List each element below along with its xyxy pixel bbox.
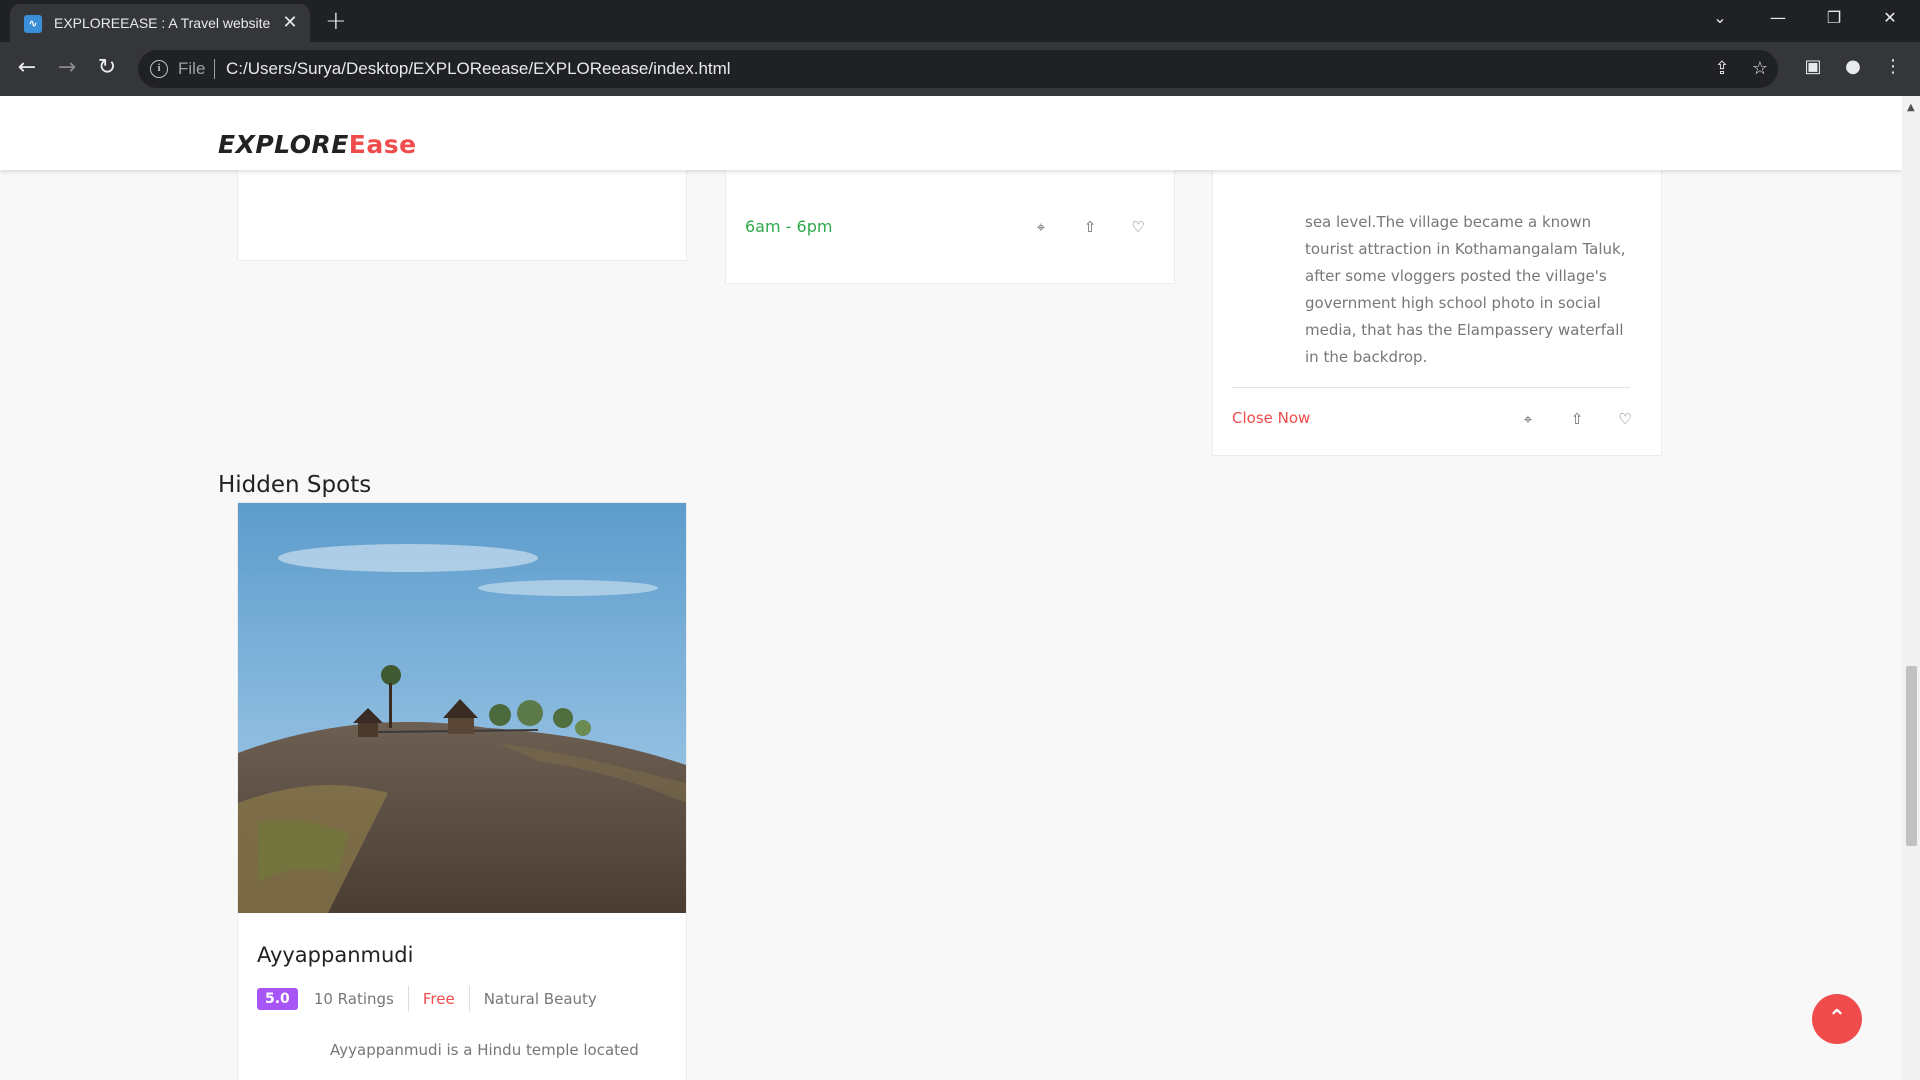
ratings-count: 10 Ratings <box>313 990 394 1008</box>
side-panel-icon[interactable]: ▣ <box>1800 55 1826 79</box>
share-icon[interactable]: ⇧ <box>1567 409 1587 429</box>
page-scrollbar[interactable]: ▲ <box>1902 96 1920 1080</box>
place-description: sea level.The village became a known tou… <box>1305 213 1626 366</box>
forward-icon[interactable]: → <box>52 55 82 81</box>
location-pin-icon[interactable]: ⌖ <box>1518 409 1538 429</box>
card-divider <box>1232 387 1630 388</box>
hill-temple-image <box>238 503 686 913</box>
tab-search-icon[interactable]: ⌄ <box>1700 8 1740 28</box>
place-meta: 5.0 10 Ratings Free Natural Beauty <box>257 986 611 1012</box>
browser-tab[interactable]: ∿ EXPLOREEASE : A Travel website ✕ <box>10 4 310 42</box>
heart-icon[interactable]: ♡ <box>1615 409 1635 429</box>
hidden-spot-card: Ayyappanmudi 5.0 10 Ratings Free Natural… <box>237 502 687 1080</box>
site-logo[interactable]: EXPLOREEase <box>218 130 417 159</box>
place-description: Ayyappanmudi is a Hindu temple located <box>330 1041 639 1059</box>
url-text[interactable]: C:/Users/Surya/Desktop/EXPLOReease/EXPLO… <box>226 59 731 79</box>
close-window-icon[interactable]: ✕ <box>1870 8 1910 28</box>
heart-icon[interactable]: ♡ <box>1128 217 1148 237</box>
tab-title: EXPLOREEASE : A Travel website <box>54 15 271 31</box>
category-label: Natural Beauty <box>468 986 611 1012</box>
place-image[interactable] <box>238 503 686 913</box>
new-tab-button[interactable]: + <box>325 8 347 34</box>
back-to-top-button[interactable]: ⌃ <box>1812 994 1862 1044</box>
rating-badge: 5.0 <box>257 988 298 1010</box>
opening-hours: 6am - 6pm <box>745 217 833 236</box>
browser-toolbar: ← → ↻ i File C:/Users/Surya/Desktop/EXPL… <box>0 42 1920 96</box>
scroll-up-arrow-icon[interactable]: ▲ <box>1907 102 1915 113</box>
logo-accent: Ease <box>348 130 417 159</box>
tab-close-icon[interactable]: ✕ <box>280 13 300 33</box>
site-header: EXPLOREEase <box>0 96 1902 170</box>
reload-icon[interactable]: ↻ <box>92 55 122 81</box>
favicon-icon: ∿ <box>24 15 42 33</box>
info-icon[interactable]: i <box>150 60 168 78</box>
bookmark-star-icon[interactable]: ☆ <box>1748 58 1772 80</box>
menu-icon[interactable]: ⋮ <box>1880 55 1906 79</box>
logo-main: EXPLORE <box>218 130 349 159</box>
back-icon[interactable]: ← <box>12 55 42 81</box>
place-name[interactable]: Ayyappanmudi <box>257 943 413 967</box>
address-bar[interactable]: i File C:/Users/Surya/Desktop/EXPLOReeas… <box>138 50 1778 88</box>
scrollbar-thumb[interactable] <box>1906 666 1917 846</box>
section-title: Hidden Spots <box>218 472 372 498</box>
location-pin-icon[interactable]: ⌖ <box>1031 217 1051 237</box>
price-label: Free <box>407 986 469 1012</box>
share-icon[interactable]: ⇪ <box>1710 58 1734 80</box>
profile-icon[interactable]: ● <box>1840 55 1866 79</box>
scheme-label: File <box>178 59 206 78</box>
page-viewport: EXPLOREEase 6am - 6pm ⌖ ⇧ ♡ sea level.Th… <box>0 96 1902 1080</box>
share-icon[interactable]: ⇧ <box>1080 217 1100 237</box>
browser-tab-strip: ∿ EXPLOREEASE : A Travel website ✕ + ⌄ —… <box>0 0 1920 42</box>
restore-icon[interactable]: ❐ <box>1814 8 1854 28</box>
minimize-icon[interactable]: — <box>1758 8 1798 28</box>
status-label: Close Now <box>1232 409 1311 427</box>
place-card: sea level.The village became a known tou… <box>1212 136 1662 456</box>
omnibox-separator <box>214 59 215 79</box>
